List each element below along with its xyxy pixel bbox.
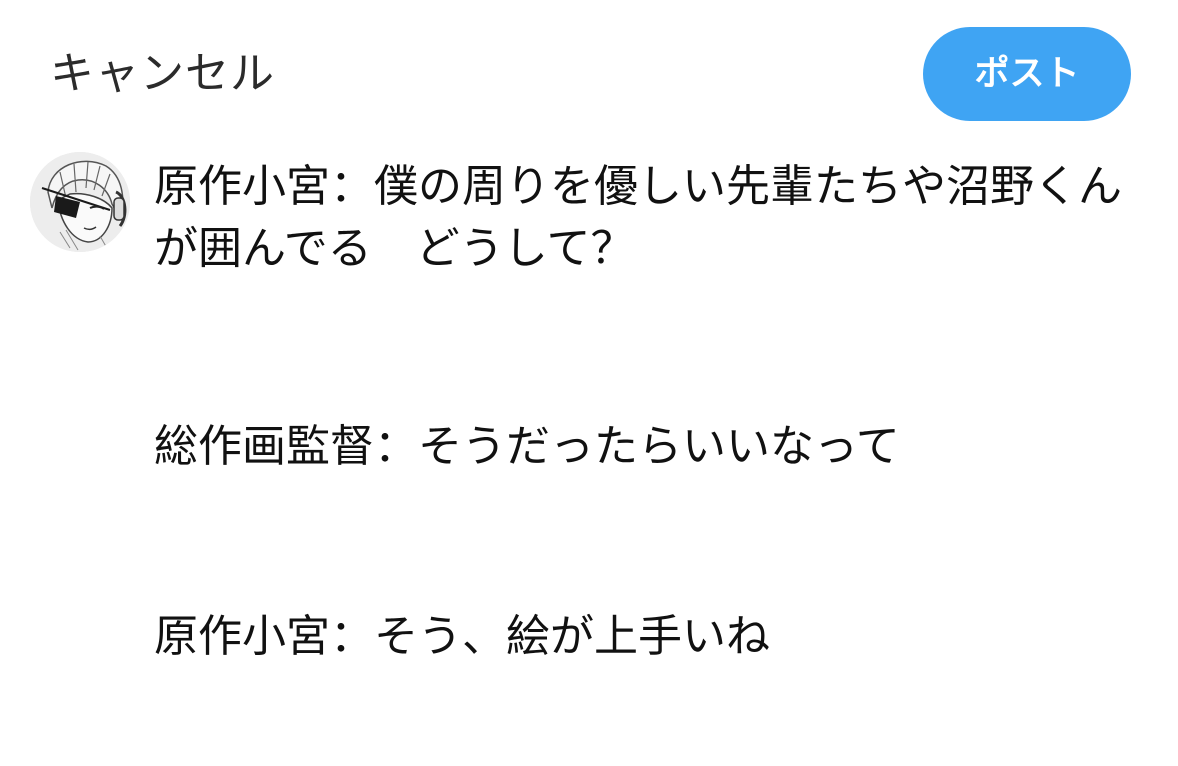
avatar-illustration-icon xyxy=(30,152,130,252)
tweet-line: 原作小宮：僕の周りを優しい先輩たちや沼野くんが囲んでる どうして？ xyxy=(154,161,1122,274)
cancel-button[interactable]: キャンセル xyxy=(50,44,275,104)
compose-header: キャンセル ポスト xyxy=(0,0,1178,140)
user-avatar[interactable] xyxy=(30,152,130,252)
post-button[interactable]: ポスト xyxy=(923,27,1131,121)
tweet-line: 原作小宮：そう、絵が上手いね xyxy=(154,611,770,662)
tweet-line: 総作画監督：そうだったらいいなって xyxy=(154,421,900,472)
